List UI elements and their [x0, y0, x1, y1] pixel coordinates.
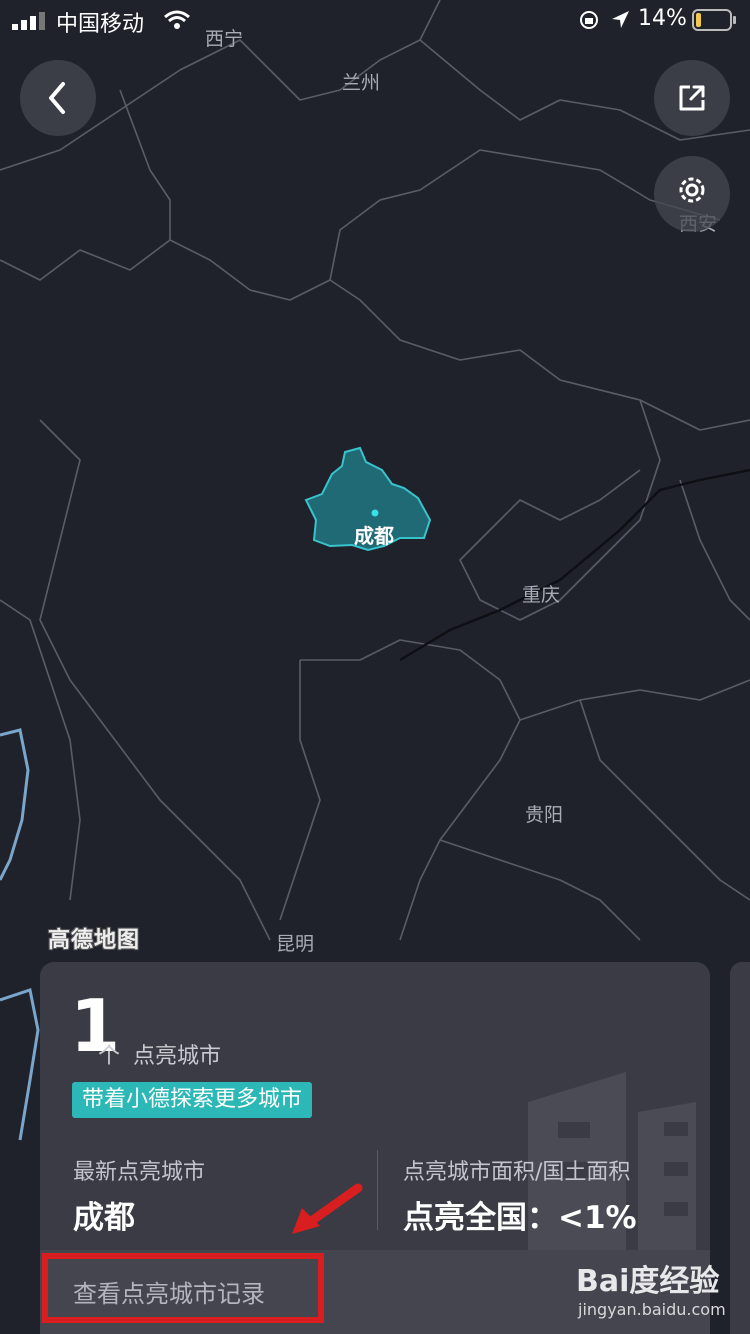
boundary-line — [519, 679, 750, 721]
boundary-line — [579, 699, 750, 901]
boundary-line — [679, 479, 750, 621]
latest-city-value: 成都 — [73, 1200, 135, 1236]
river-line — [399, 468, 750, 662]
baidu-jingyan-watermark: Bai度经验 jingyan.baidu.com — [576, 1256, 746, 1328]
carrier-name: 中国移动 — [56, 12, 145, 37]
battery-percent: 14% — [638, 6, 687, 31]
area-ratio-value: 点亮全国：<1% — [403, 1200, 637, 1236]
boundary-line — [119, 89, 750, 431]
location-arrow-icon — [612, 11, 629, 28]
settings-button[interactable] — [654, 156, 730, 232]
share-icon — [679, 85, 705, 111]
gear-icon — [679, 177, 705, 203]
city-label-kunming: 昆明 — [276, 933, 315, 955]
boundary-line — [0, 239, 171, 281]
watermark-url: jingyan.baidu.com — [578, 1300, 726, 1319]
city-label-chengdu[interactable]: 成都 — [354, 520, 394, 549]
lit-city-unit: 个 — [98, 1044, 121, 1069]
orientation-lock-icon — [580, 11, 598, 29]
annotation-highlight-box — [42, 1253, 324, 1323]
city-dot-chengdu — [371, 509, 379, 517]
boundary-line — [300, 639, 521, 941]
signal-icon — [12, 12, 45, 30]
status-bar: 中国移动 14% — [0, 0, 750, 40]
wifi-icon — [164, 10, 190, 29]
share-button[interactable] — [654, 60, 730, 136]
battery-icon — [692, 9, 736, 31]
boundary-line — [439, 839, 641, 941]
stat-divider — [377, 1150, 378, 1230]
city-label-guiyang: 贵阳 — [525, 804, 564, 826]
amap-logo: 高德地图 — [48, 928, 141, 953]
back-button[interactable] — [20, 60, 96, 136]
back-chevron-icon — [49, 82, 65, 114]
city-label-lanzhou: 兰州 — [342, 72, 381, 94]
city-label-chongqing: 重庆 — [522, 584, 561, 606]
latest-city-label: 最新点亮城市 — [73, 1160, 206, 1185]
lit-city-caption: 点亮城市 — [133, 1044, 222, 1069]
watermark-main: Bai度经验 — [576, 1264, 720, 1299]
boundary-line — [279, 660, 321, 921]
explore-more-badge[interactable]: 带着小德探索更多城市 — [72, 1082, 313, 1118]
neighbor-border — [0, 728, 40, 1141]
annotation-arrow-icon — [292, 1183, 363, 1234]
area-ratio-label: 点亮城市面积/国土面积 — [403, 1160, 631, 1185]
